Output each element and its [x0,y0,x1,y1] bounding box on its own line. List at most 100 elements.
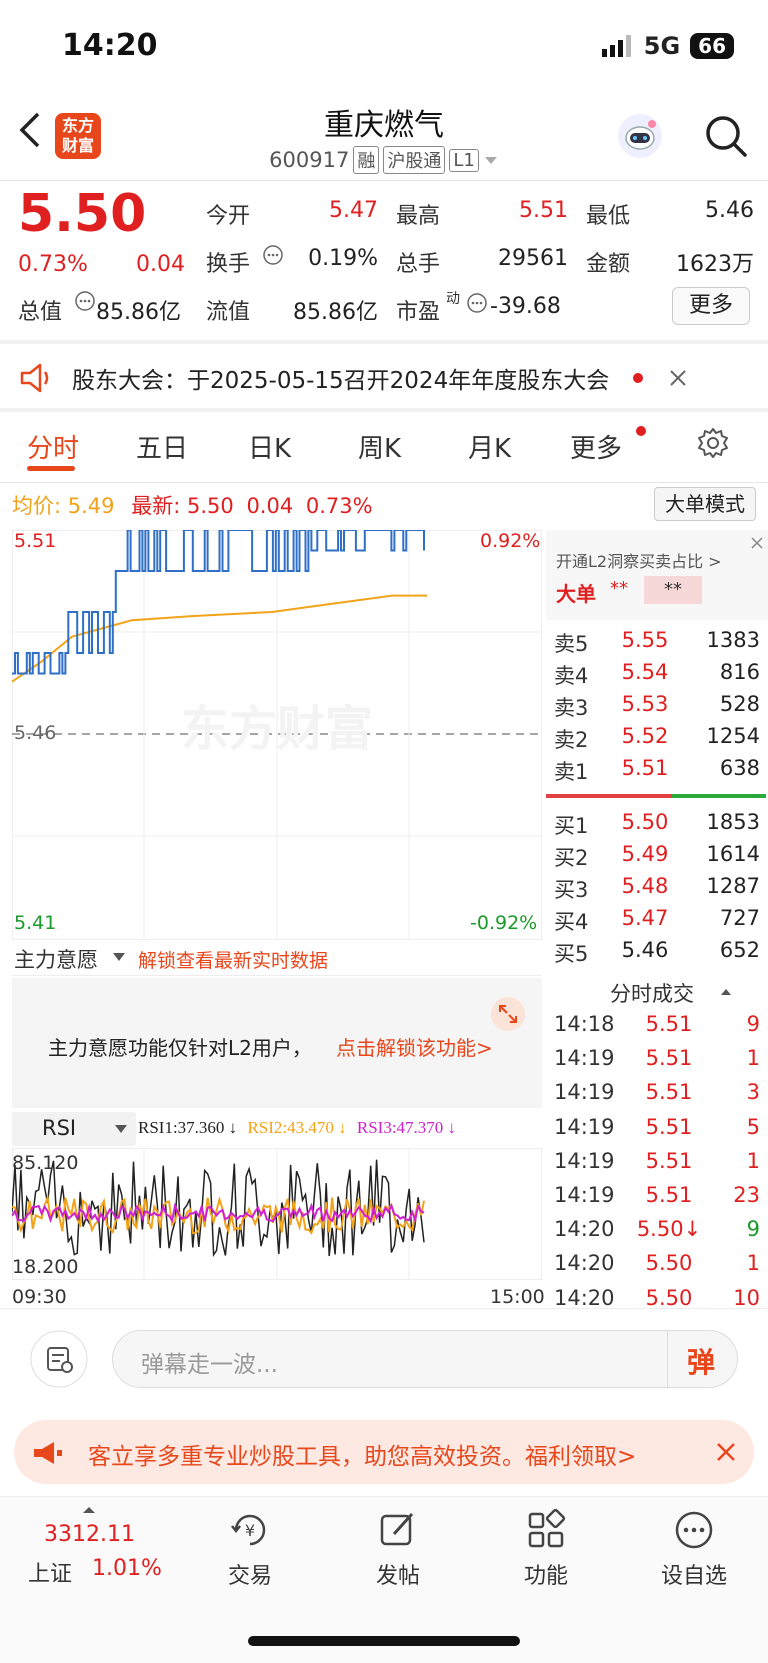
danmu-list-icon[interactable] [30,1330,88,1388]
ask-row: 卖4 5.54 816 [554,660,760,688]
l2-locked-panel: 主力意愿功能仅针对L2用户， 点击解锁该功能> [12,978,542,1108]
low-label: 最低 [586,204,631,229]
notice-dot [633,373,644,383]
chevron-up-icon [721,989,731,995]
pe-dynamic-sup: 动 [446,291,460,307]
l2-unlock-link[interactable]: 点击解锁该功能> [336,1032,493,1061]
index-value[interactable]: 3312.11 [44,1522,135,1547]
high-label: 最高 [396,204,441,229]
more-quote-button[interactable]: 更多 [672,287,750,325]
notice-bar[interactable]: 股东大会：于2025-05-15召开2024年年度股东大会 [0,344,768,412]
danmu-input[interactable]: 弹幕走一波... 弹 [112,1330,738,1388]
info-icon[interactable] [74,290,96,312]
speaker-icon [20,363,49,393]
caret-up-icon [83,1507,95,1513]
danmu-divider [0,1308,768,1309]
float-mv-value: 85.86亿 [293,300,378,325]
amount-label: 金额 [586,252,631,277]
search-icon[interactable] [704,114,748,158]
bid-row: 买3 5.48 1287 [554,874,760,902]
notice-text: 股东大会：于2025-05-15召开2024年年度股东大会 [72,368,610,394]
chevron-down-icon [484,157,497,164]
danmu-send-button[interactable]: 弹 [687,1341,715,1381]
current-price: 5.50 [18,184,147,244]
tab-more[interactable]: 更多 [570,428,622,465]
stock-code: 600917 [269,148,350,172]
big-order-label: 大单 [556,582,596,606]
nav-add-watchlist[interactable]: 设自选 [634,1508,754,1590]
rsi-axis-top: 85.120 [12,1152,79,1174]
rsi-select[interactable]: RSI [12,1112,136,1146]
rsi1-value: RSI1:37.360 ↓ [138,1118,238,1137]
tab-monthly-k[interactable]: 月K [468,428,511,465]
info-icon[interactable] [466,292,488,314]
expand-icon[interactable] [490,996,526,1032]
nav-functions[interactable]: 功能 [486,1508,606,1590]
big-order-mode-button[interactable]: 大单模式 [654,487,756,521]
pct-axis-bottom: -0.92% [470,912,538,934]
y-axis-top: 5.51 [14,530,57,552]
chevron-down-icon [113,953,125,961]
tab-active-indicator [27,466,75,471]
bid-row: 买1 5.50 1853 [554,810,760,838]
notice-divider [0,408,768,412]
close-icon[interactable] [750,536,764,550]
ask-row: 卖2 5.52 1254 [554,724,760,752]
close-icon[interactable] [716,1442,736,1462]
megaphone-icon [34,1442,62,1464]
tab-weekly-k[interactable]: 周K [358,428,401,465]
trade-row: 14:19 5.51 5 [554,1114,760,1139]
tab-intraday[interactable]: 分时 [27,428,79,465]
tab-more-dot [636,426,646,436]
danmu-placeholder: 弹幕走一波... [141,1352,278,1378]
robot-assistant-icon[interactable] [616,112,664,160]
chart-legend: 均价: 5.49 最新: 5.50 0.04 0.73% [12,494,373,518]
tab-five-day[interactable]: 五日 [136,428,188,465]
trades-title[interactable]: 分时成交 [610,978,694,1008]
trade-row: 14:19 5.51 3 [554,1080,760,1105]
unlock-realtime-link[interactable]: 解锁查看最新实时数据 [138,946,328,973]
info-icon[interactable] [262,244,284,266]
time-axis-start: 09:30 [12,1286,67,1308]
latest-pct: 0.73% [305,494,373,518]
intraday-price-chart[interactable]: 东方财富 [12,530,542,940]
trade-row: 14:18 5.51 9 [554,1012,760,1036]
nav-post[interactable]: 发帖 [338,1508,458,1590]
y-axis-mid: 5.46 [14,722,57,744]
total-mv-label: 总值 [18,300,63,325]
volume-label: 总手 [396,252,441,277]
pe-value: -39.68 [490,294,561,319]
pe-label: 市盈 [396,300,441,325]
buy-ratio-bar [672,794,766,798]
ask-row: 卖5 5.55 1383 [554,628,760,656]
open-value: 5.47 [329,198,378,223]
battery-icon: 66 [690,33,734,59]
more-dots-icon [675,1511,713,1549]
edit-icon [380,1512,414,1546]
latest-price: 5.50 [186,494,234,518]
header-divider [0,180,768,181]
l2-banner[interactable]: 开通L2洞察买卖占比 > 大单 ** ** [546,530,768,620]
ask-row: 卖1 5.51 638 [554,756,760,784]
network-type: 5G [643,32,681,60]
trade-row: 14:19 5.51 1 [554,1046,760,1071]
nav-trade[interactable]: ¥ 交易 [190,1508,310,1590]
y-axis-bottom: 5.41 [14,912,57,934]
sell-ratio-bar [546,794,672,798]
gear-icon[interactable] [696,426,730,460]
index-pct: 1.01% [92,1556,162,1581]
avg-price: 5.49 [67,494,115,518]
change-amount: 0.04 [136,252,185,277]
rsi-chart[interactable] [12,1148,542,1280]
tag-hk-connect: 沪股通 [383,146,446,174]
indicator-select[interactable]: 主力意愿 [14,944,98,974]
pct-axis-top: 0.92% [480,530,541,552]
tabs-divider [0,482,768,483]
promo-banner[interactable]: 客立享多重专业炒股工具，助您高效投资。福利领取> [14,1420,754,1484]
bid-row: 买2 5.49 1614 [554,842,760,870]
close-icon[interactable] [669,369,687,387]
total-mv-value: 85.86亿 [96,300,181,325]
tab-daily-k[interactable]: 日K [248,428,291,465]
l2-notice-text: 主力意愿功能仅针对L2用户， [48,1036,312,1060]
big-order-value2: ** [644,576,702,604]
